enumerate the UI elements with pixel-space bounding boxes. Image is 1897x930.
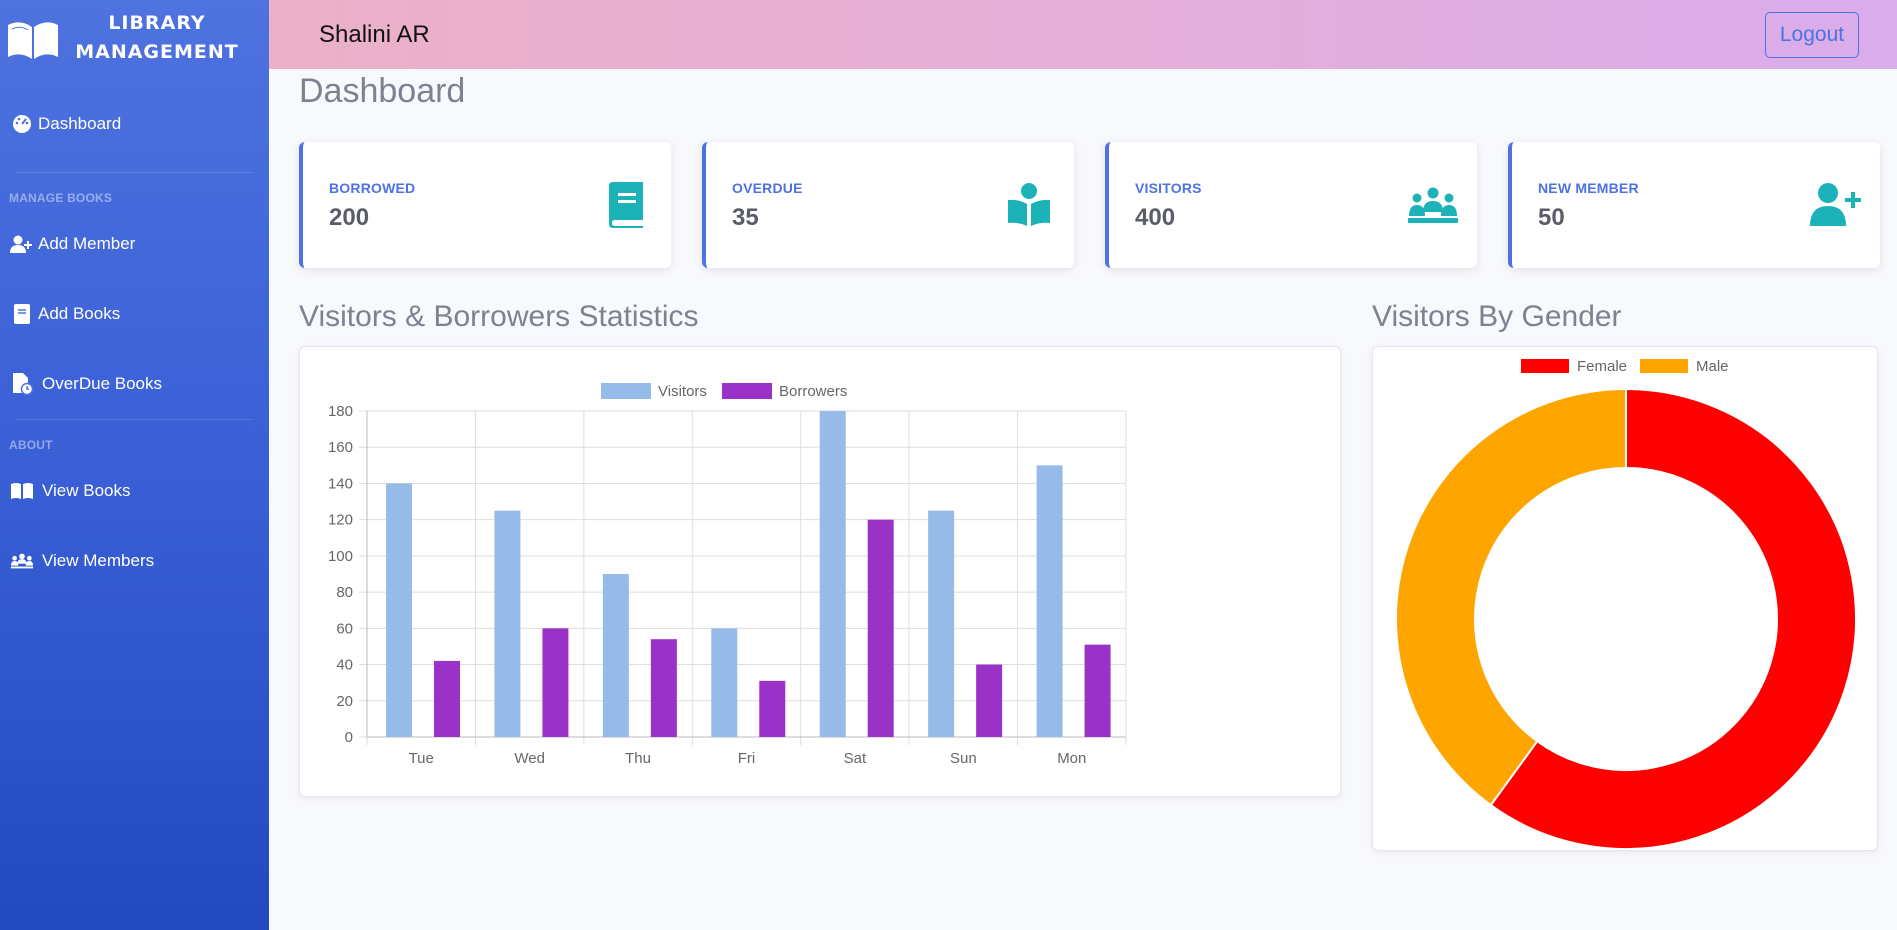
legend-label: Borrowers bbox=[779, 383, 847, 400]
brand-line-2: MANAGEMENT bbox=[75, 41, 239, 63]
page-title: Dashboard bbox=[299, 72, 466, 110]
legend-swatch bbox=[722, 383, 772, 399]
bar-borrowers bbox=[976, 664, 1003, 737]
legend-swatch bbox=[601, 383, 651, 399]
y-tick-label: 60 bbox=[336, 620, 353, 637]
sidebar-item-label: Add Books bbox=[38, 304, 121, 323]
y-tick-label: 160 bbox=[328, 439, 353, 456]
book-icon bbox=[10, 302, 34, 326]
bar-chart-panel: 0 20 40 60 80 100 120 140 160 180 Tue Wed Thu Fri Sat S… bbox=[299, 346, 1341, 797]
sidebar-item-view-members[interactable]: View Members bbox=[0, 526, 269, 596]
bar-borrowers bbox=[1084, 644, 1111, 737]
bar-chart: 0 20 40 60 80 100 120 140 160 180 Tue Wed Thu Fri Sat S… bbox=[328, 383, 1127, 767]
bar-borrowers bbox=[542, 628, 569, 737]
sidebar-item-label: Add Member bbox=[38, 234, 136, 253]
stat-label: VISITORS bbox=[1135, 180, 1202, 196]
legend-label: Female bbox=[1577, 358, 1627, 375]
bar-visitors bbox=[819, 411, 846, 737]
x-tick-label: Wed bbox=[514, 750, 545, 767]
legend-swatch bbox=[1521, 359, 1569, 373]
stat-value: 200 bbox=[329, 204, 370, 231]
bar-visitors bbox=[1036, 465, 1063, 737]
sidebar-item-label: Dashboard bbox=[38, 114, 122, 133]
book-icon bbox=[609, 182, 643, 228]
bar-chart-title: Visitors & Borrowers Statistics bbox=[299, 300, 699, 333]
open-book-icon bbox=[8, 22, 58, 59]
open-book-icon bbox=[10, 479, 34, 503]
sidebar-item-label: View Books bbox=[42, 481, 131, 500]
section-heading-manage: MANAGE BOOKS bbox=[9, 191, 113, 205]
stat-value: 50 bbox=[1538, 204, 1565, 231]
section-heading-about: ABOUT bbox=[9, 438, 53, 452]
bar-borrowers bbox=[759, 680, 786, 737]
sidebar-item-overdue-books[interactable]: OverDue Books bbox=[0, 349, 269, 419]
bar-visitors bbox=[494, 510, 521, 737]
x-tick-label: Sun bbox=[950, 750, 977, 767]
y-tick-label: 180 bbox=[328, 403, 353, 420]
stat-label: OVERDUE bbox=[732, 180, 803, 196]
sidebar-item-view-books[interactable]: View Books bbox=[0, 456, 269, 526]
stat-card-overdue[interactable]: OVERDUE 35 bbox=[702, 142, 1074, 268]
bar-visitors bbox=[928, 510, 955, 737]
sidebar-item-label: View Members bbox=[42, 551, 155, 570]
brand[interactable]: LIBRARY MANAGEMENT bbox=[0, 0, 269, 76]
doughnut-chart-panel: Female Male bbox=[1372, 346, 1878, 851]
x-tick-label: Tue bbox=[409, 750, 434, 767]
stat-card-new-member[interactable]: NEW MEMBER 50 bbox=[1508, 142, 1880, 268]
legend-label: Visitors bbox=[658, 383, 707, 400]
x-tick-label: Thu bbox=[625, 750, 651, 767]
legend-swatch bbox=[1640, 359, 1688, 373]
y-tick-label: 140 bbox=[328, 475, 353, 492]
file-clock-icon bbox=[10, 372, 34, 396]
bar-borrowers bbox=[650, 639, 677, 737]
dashboard-gauge-icon bbox=[10, 112, 34, 136]
user-plus-icon bbox=[10, 232, 34, 256]
user-plus-icon bbox=[1810, 183, 1861, 226]
bar-visitors bbox=[711, 628, 738, 737]
x-tick-label: Sat bbox=[844, 750, 867, 767]
y-tick-label: 80 bbox=[336, 584, 353, 601]
x-tick-label: Mon bbox=[1057, 750, 1086, 767]
bar-visitors bbox=[602, 574, 629, 737]
username: Shalini AR bbox=[319, 20, 430, 48]
sidebar: LIBRARY MANAGEMENT Dashboard MANAGE BOOK… bbox=[0, 0, 269, 930]
topbar: Shalini AR Logout bbox=[269, 0, 1897, 69]
brand-title: LIBRARY MANAGEMENT bbox=[62, 9, 252, 67]
y-tick-label: 0 bbox=[345, 729, 353, 746]
y-tick-label: 100 bbox=[328, 548, 353, 565]
stat-label: BORROWED bbox=[329, 180, 416, 196]
stat-value: 400 bbox=[1135, 204, 1176, 231]
reader-icon bbox=[1008, 183, 1050, 226]
sidebar-item-add-books[interactable]: Add Books bbox=[0, 279, 269, 349]
sidebar-item-dashboard[interactable]: Dashboard bbox=[0, 76, 269, 172]
y-tick-label: 120 bbox=[328, 512, 353, 529]
sidebar-item-add-member[interactable]: Add Member bbox=[0, 209, 269, 279]
sidebar-item-label: OverDue Books bbox=[42, 374, 162, 393]
y-tick-label: 40 bbox=[336, 657, 353, 674]
stat-card-borrowed[interactable]: BORROWED 200 bbox=[299, 142, 671, 268]
people-icon bbox=[10, 549, 34, 573]
doughnut-chart: Female Male bbox=[1395, 358, 1857, 850]
pie-chart-title: Visitors By Gender bbox=[1372, 300, 1622, 333]
x-tick-label: Fri bbox=[738, 750, 756, 767]
legend-label: Male bbox=[1696, 358, 1729, 375]
stat-value: 35 bbox=[732, 204, 759, 231]
stat-card-visitors[interactable]: VISITORS 400 bbox=[1105, 142, 1477, 268]
bar-visitors bbox=[386, 483, 412, 737]
bar-borrowers bbox=[867, 519, 894, 737]
stat-label: NEW MEMBER bbox=[1538, 180, 1639, 196]
doughnut-slice-male bbox=[1395, 387, 1627, 807]
y-tick-label: 20 bbox=[336, 693, 353, 710]
bar-borrowers bbox=[434, 660, 460, 737]
logout-button[interactable]: Logout bbox=[1765, 11, 1859, 58]
people-icon bbox=[1408, 187, 1458, 223]
brand-line-1: LIBRARY bbox=[108, 12, 206, 34]
